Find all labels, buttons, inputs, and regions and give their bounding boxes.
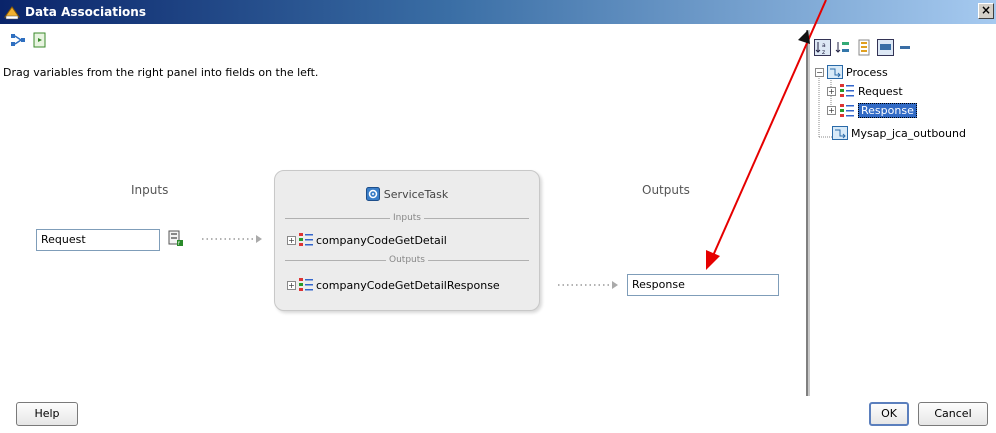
app-icon bbox=[4, 6, 20, 20]
expression-builder-icon[interactable]: f bbox=[166, 229, 184, 247]
expand-node-icon[interactable]: + bbox=[827, 106, 836, 115]
tree-item-label: Process bbox=[846, 65, 888, 79]
expression-icon[interactable] bbox=[32, 32, 48, 48]
ok-button[interactable]: OK bbox=[869, 402, 909, 426]
panel-divider-shadow bbox=[808, 30, 810, 396]
process-icon bbox=[827, 65, 843, 79]
outputs-separator: Outputs bbox=[285, 255, 529, 265]
tree-item-response[interactable]: + Response bbox=[827, 103, 917, 118]
service-task-icon bbox=[365, 187, 380, 201]
expand-icon[interactable]: + bbox=[287, 235, 296, 245]
element-icon bbox=[299, 278, 313, 291]
sort-icon[interactable]: a z bbox=[814, 38, 831, 56]
main-toolbar bbox=[0, 28, 800, 52]
collapse-node-icon[interactable]: − bbox=[815, 67, 824, 77]
service-input-label: companyCodeGetDetail bbox=[316, 233, 447, 247]
variables-toolbar: a z bbox=[814, 36, 912, 58]
service-task-title: ServiceTask bbox=[275, 187, 539, 201]
input-variable-field[interactable]: Request bbox=[36, 229, 160, 251]
tree-item-label: Request bbox=[858, 84, 903, 98]
list-view-icon[interactable] bbox=[856, 39, 873, 56]
window-title: Data Associations bbox=[25, 5, 146, 19]
collapse-icon[interactable] bbox=[898, 39, 912, 56]
input-connector bbox=[202, 235, 262, 243]
svg-text:a: a bbox=[822, 42, 826, 49]
service-task-label: ServiceTask bbox=[383, 188, 449, 201]
service-output-label: companyCodeGetDetailResponse bbox=[316, 278, 500, 292]
service-task-box: ServiceTask Inputs + companyCodeGetDetai… bbox=[274, 170, 540, 311]
tree-item-process[interactable]: − Process bbox=[815, 65, 888, 79]
help-button[interactable]: Help bbox=[16, 402, 78, 426]
button-bar: Help OK Cancel bbox=[0, 398, 996, 433]
outputs-separator-label: Outputs bbox=[386, 255, 428, 265]
tree-item-label-selected: Response bbox=[858, 103, 917, 118]
service-output-item[interactable]: + companyCodeGetDetailResponse bbox=[287, 278, 500, 292]
instruction-text: Drag variables from the right panel into… bbox=[3, 66, 319, 79]
inputs-separator: Inputs bbox=[285, 213, 529, 223]
service-input-item[interactable]: + companyCodeGetDetail bbox=[287, 233, 447, 247]
element-icon bbox=[299, 233, 313, 246]
tree-item-request[interactable]: + Request bbox=[827, 84, 903, 98]
inputs-label: Inputs bbox=[131, 183, 169, 197]
panel-view-icon[interactable] bbox=[877, 38, 894, 56]
process-icon bbox=[832, 126, 848, 140]
expand-node-icon[interactable]: + bbox=[827, 86, 836, 96]
filter-icon[interactable] bbox=[835, 39, 852, 56]
output-variable-field[interactable]: Response bbox=[627, 274, 779, 296]
element-icon bbox=[840, 84, 854, 97]
inputs-separator-label: Inputs bbox=[390, 213, 424, 223]
expand-icon[interactable]: + bbox=[287, 280, 296, 290]
tree-item-label: Mysap_jca_outbound bbox=[851, 126, 966, 140]
outputs-label: Outputs bbox=[642, 183, 690, 197]
tree-item-mysap-jca-outbound[interactable]: Mysap_jca_outbound bbox=[832, 126, 966, 140]
mapping-icon[interactable] bbox=[10, 32, 26, 48]
output-connector bbox=[558, 281, 618, 289]
cancel-button[interactable]: Cancel bbox=[918, 402, 988, 426]
close-button[interactable]: × bbox=[978, 3, 994, 19]
title-bar: Data Associations × bbox=[0, 0, 996, 24]
element-icon bbox=[840, 103, 854, 117]
svg-text:f: f bbox=[178, 241, 180, 247]
svg-text:z: z bbox=[822, 49, 825, 56]
